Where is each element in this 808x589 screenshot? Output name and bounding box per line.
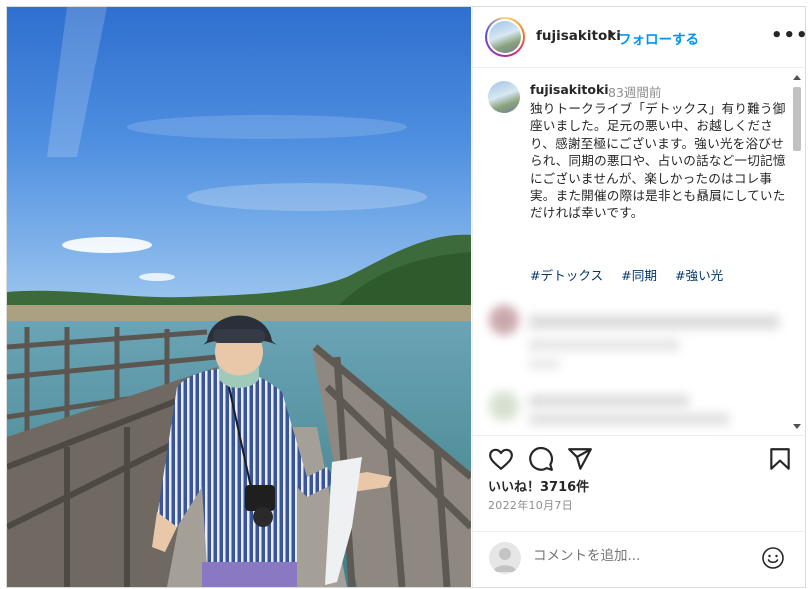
scroll-thumb[interactable] — [793, 87, 801, 151]
header-separator: • — [607, 27, 615, 42]
post-photo[interactable] — [7, 7, 471, 587]
comment-bar — [473, 531, 806, 587]
blurred-comment-text — [529, 395, 689, 407]
hashtag-link[interactable]: #同期 — [621, 268, 657, 283]
action-bar — [473, 435, 806, 479]
blurred-comment-text — [529, 339, 679, 351]
post-date[interactable]: 2022年10月7日 — [488, 497, 573, 513]
blurred-comment-avatar — [489, 391, 519, 421]
caption-username[interactable]: fujisakitoki — [530, 82, 609, 97]
heart-icon[interactable] — [488, 446, 514, 472]
post-frame: fujisakitoki • フォローする ••• fujisakitoki 8… — [6, 6, 808, 588]
comment-icon[interactable] — [528, 446, 554, 472]
scroll-down-icon[interactable] — [793, 424, 801, 429]
comments-scrollbar[interactable] — [791, 71, 803, 433]
send-icon[interactable] — [567, 446, 593, 472]
hashtag-link[interactable]: #強い光 — [675, 268, 723, 283]
photo-image — [7, 7, 471, 587]
caption-time[interactable]: 83週間前 — [608, 82, 661, 101]
author-avatar[interactable] — [485, 17, 525, 57]
hashtag-list: #デトックス #同期 #強い光 — [530, 265, 737, 284]
hashtag-link[interactable]: #デトックス — [530, 268, 603, 283]
follow-button[interactable]: フォローする — [618, 28, 699, 48]
caption-avatar[interactable] — [488, 81, 520, 113]
current-user-avatar — [489, 542, 521, 574]
comment-input[interactable] — [533, 548, 753, 564]
caption-text: 独りトークライブ「デトックス」有り難う御座いました。足元の悪い中、お越しくださり… — [530, 101, 786, 221]
blurred-comment-avatar — [489, 305, 519, 335]
bookmark-icon[interactable] — [767, 446, 793, 472]
blurred-comment-text — [529, 315, 779, 329]
blurred-comment-text — [529, 413, 729, 425]
post-side-panel: fujisakitoki • フォローする ••• fujisakitoki 8… — [472, 7, 808, 587]
emoji-icon[interactable] — [761, 546, 785, 570]
more-options-icon[interactable]: ••• — [771, 25, 808, 46]
post-header: fujisakitoki • フォローする ••• — [473, 7, 808, 68]
likes-count[interactable]: いいね！3716件 — [488, 476, 589, 495]
scroll-up-icon[interactable] — [793, 75, 801, 80]
comments-area[interactable]: fujisakitoki 83週間前 独りトークライブ「デトックス」有り難う御座… — [473, 69, 806, 435]
blurred-comment-meta — [529, 359, 559, 369]
